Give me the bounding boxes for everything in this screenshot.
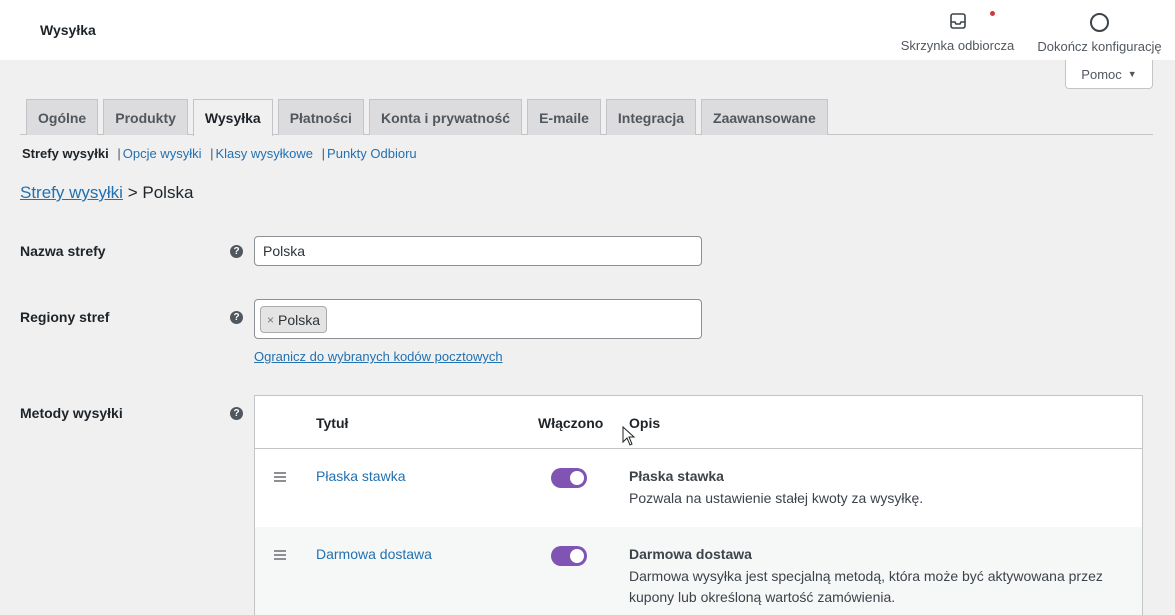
- help-label: Pomoc: [1081, 66, 1122, 82]
- inbox-label: Skrzynka odbiorcza: [900, 38, 1015, 53]
- table-header: Tytuł Włączono Opis: [255, 396, 1142, 449]
- drag-handle-icon[interactable]: [274, 472, 286, 484]
- column-enabled: Włączono: [538, 415, 604, 431]
- progress-ring-icon: [1090, 13, 1110, 33]
- method-description: Pozwala na ustawienie stałej kwoty za wy…: [629, 490, 924, 506]
- inbox-button[interactable]: Skrzynka odbiorcza: [900, 12, 1015, 53]
- drag-handle-icon[interactable]: [274, 550, 286, 562]
- inbox-icon: [948, 12, 968, 32]
- tab-accounts-privacy[interactable]: Konta i prywatność: [368, 99, 523, 135]
- shipping-methods-label: Metody wysyłki: [20, 405, 123, 421]
- region-chip-label: Polska: [278, 311, 321, 328]
- subnav-separator: |: [117, 146, 121, 161]
- subnav-separator: |: [210, 146, 214, 161]
- sub-navigation: Strefy wysyłki | Opcje wysyłki | Klasy wys…: [22, 146, 417, 161]
- method-description-title: Darmowa dostawa: [629, 546, 752, 562]
- subnav-separator: |: [321, 146, 326, 161]
- breadcrumb-separator: >: [127, 183, 138, 202]
- method-enabled-toggle[interactable]: [551, 546, 587, 566]
- remove-region-icon[interactable]: ×: [267, 313, 274, 327]
- help-button[interactable]: Pomoc ▼: [1065, 60, 1153, 89]
- help-tip-icon[interactable]: ?: [230, 407, 243, 420]
- tab-payments[interactable]: Płatności: [277, 99, 364, 135]
- shipping-methods-table: Tytuł Włączono Opis Płaska stawka Płaska…: [254, 395, 1143, 615]
- zone-name-input[interactable]: Polska: [254, 236, 702, 266]
- method-description-title: Płaska stawka: [629, 468, 724, 484]
- region-chip: × Polska: [260, 306, 328, 333]
- tab-products[interactable]: Produkty: [103, 99, 188, 135]
- mouse-cursor-icon: [622, 426, 636, 446]
- caret-down-icon: ▼: [1127, 69, 1137, 79]
- table-row: Darmowa dostawa Darmowa dostawa Darmowa …: [255, 527, 1142, 615]
- column-title: Tytuł: [316, 415, 349, 431]
- top-bar: Wysyłka Skrzynka odbiorcza Dokończ konfi…: [0, 0, 1175, 60]
- zone-name-label: Nazwa strefy: [20, 243, 106, 259]
- finish-setup-label: Dokończ konfigurację: [1037, 39, 1162, 54]
- settings-tabs: Ogólne Produkty Wysyłka Płatności Konta …: [20, 99, 1153, 136]
- subnav-shipping-options[interactable]: Opcje wysyłki: [123, 146, 202, 161]
- method-enabled-toggle[interactable]: [551, 468, 587, 488]
- limit-postcodes-link[interactable]: Ogranicz do wybranych kodów pocztowych: [254, 349, 503, 364]
- notification-dot: [990, 11, 995, 16]
- table-row: Płaska stawka Płaska stawka Pozwala na u…: [255, 449, 1142, 527]
- tab-emails[interactable]: E-maile: [527, 99, 601, 135]
- breadcrumb-current: Polska: [142, 183, 194, 202]
- method-title-link[interactable]: Darmowa dostawa: [316, 546, 432, 562]
- breadcrumb: Strefy wysyłki > Polska: [20, 183, 193, 203]
- tab-integration[interactable]: Integracja: [605, 99, 697, 135]
- finish-setup-button[interactable]: Dokończ konfigurację: [1036, 12, 1163, 54]
- tab-general[interactable]: Ogólne: [26, 99, 99, 135]
- help-tip-icon[interactable]: ?: [230, 245, 243, 258]
- breadcrumb-shipping-zones-link[interactable]: Strefy wysyłki: [20, 183, 123, 202]
- subnav-shipping-zones: Strefy wysyłki: [22, 146, 109, 161]
- method-description: Darmowa wysyłka jest specjalną metodą, k…: [629, 568, 1103, 605]
- zone-regions-select[interactable]: × Polska: [254, 299, 702, 339]
- page-title: Wysyłka: [40, 22, 96, 38]
- help-tip-icon[interactable]: ?: [230, 311, 243, 324]
- subnav-shipping-classes[interactable]: Klasy wysyłkowe: [216, 146, 314, 161]
- tab-advanced[interactable]: Zaawansowane: [701, 99, 828, 135]
- zone-regions-label: Regiony stref: [20, 309, 110, 325]
- method-title-link[interactable]: Płaska stawka: [316, 468, 405, 484]
- tab-shipping[interactable]: Wysyłka: [192, 99, 273, 136]
- subnav-pickup-points[interactable]: Punkty Odbioru: [327, 146, 417, 161]
